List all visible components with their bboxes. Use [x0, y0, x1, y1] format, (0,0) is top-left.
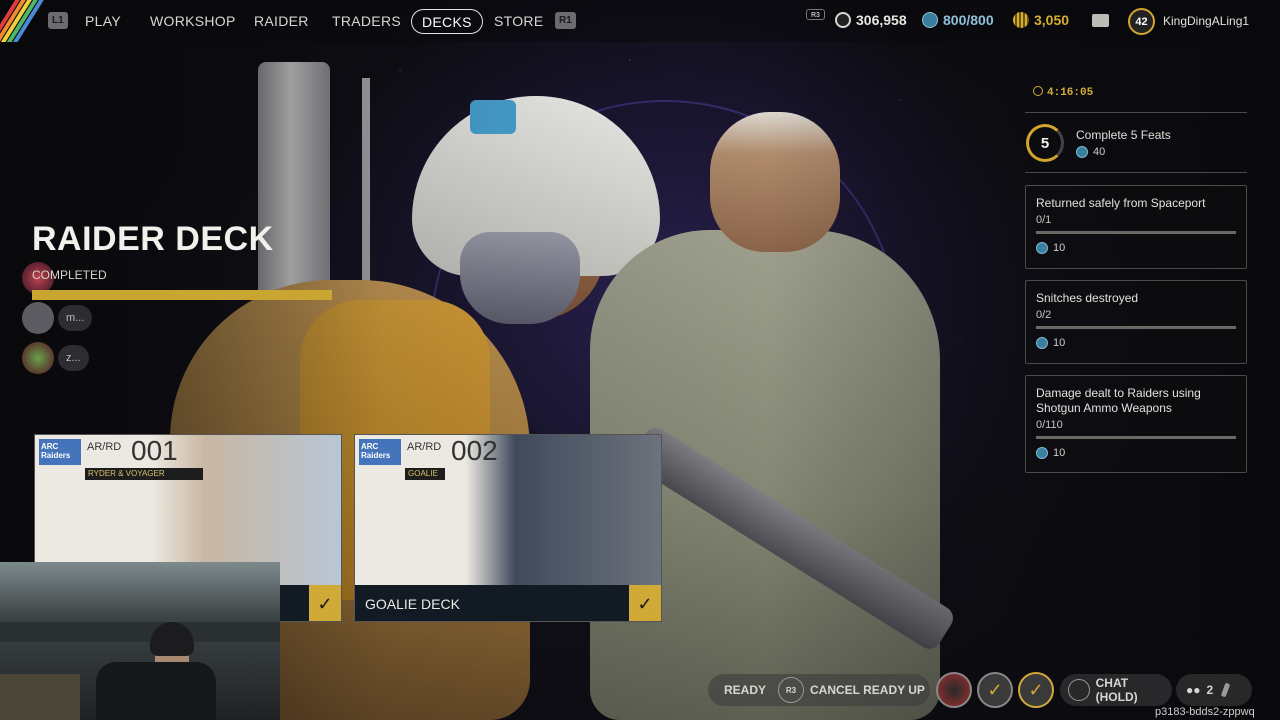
chat-label: CHAT (HOLD) — [1095, 676, 1138, 704]
challenge-title: Damage dealt to Raiders using Shotgun Am… — [1036, 386, 1201, 415]
ready-check-icon: ✓ — [1018, 672, 1054, 708]
party-icon: ●● — [1186, 683, 1201, 697]
card-logo: ARC Raiders — [359, 439, 401, 465]
clock-icon — [1033, 86, 1043, 96]
challenge-reward: 10 — [1036, 337, 1236, 349]
r1-button-hint[interactable]: R1 — [555, 12, 576, 29]
credit-icon — [1036, 447, 1048, 459]
credit-icon — [1076, 146, 1088, 158]
coin-icon — [835, 12, 851, 28]
challenge-card[interactable]: Returned safely from Spaceport 0/1 10 — [1025, 185, 1247, 269]
credits-value: 800/800 — [943, 12, 994, 28]
game-screen: L1 PLAY WORKSHOP RAIDER TRADERS DECKS ST… — [0, 0, 1280, 720]
nav-workshop[interactable]: WORKSHOP — [150, 0, 236, 42]
credits-display: 800/800 — [922, 12, 994, 28]
friend-name-3[interactable]: z... — [58, 345, 89, 371]
card-label: GOALIE DECK — [355, 585, 661, 621]
divider — [1025, 112, 1247, 113]
r3-button-hint: R3 — [806, 9, 825, 20]
feat-count-ring: 5 — [1026, 124, 1064, 162]
challenge-progress-bar — [1036, 326, 1236, 329]
card-logo: ARC Raiders — [39, 439, 81, 465]
challenge-reward: 10 — [1036, 242, 1236, 254]
deck-title: RAIDER DECK — [32, 220, 274, 258]
deck-status: COMPLETED — [32, 268, 107, 282]
username[interactable]: KingDingALing1 — [1163, 14, 1249, 28]
challenge-progress: 0/110 — [1036, 419, 1063, 431]
raider-tokens-display: 3,050 — [1013, 12, 1069, 28]
check-icon: ✓ — [629, 585, 661, 621]
challenge-reward-value: 10 — [1053, 242, 1066, 254]
timer-value: 4:16:05 — [1047, 87, 1094, 99]
challenge-reward-value: 10 — [1053, 447, 1066, 459]
card-number: 002 — [451, 435, 498, 466]
feat-title: Complete 5 Feats — [1076, 128, 1171, 142]
coins-value: 306,958 — [856, 12, 907, 28]
party-count: 2 — [1206, 683, 1214, 697]
feat-timer: 4:16:05 — [1033, 86, 1093, 99]
token-icon — [1013, 12, 1029, 28]
challenge-reward-value: 10 — [1053, 337, 1066, 349]
ready-label: READY — [724, 683, 767, 697]
challenge-progress: 0/1 — [1036, 214, 1052, 226]
challenge-card[interactable]: Damage dealt to Raiders using Shotgun Am… — [1025, 375, 1247, 473]
cancel-ready-button[interactable]: CANCEL READY UP — [810, 683, 925, 697]
feat-reward-value: 40 — [1093, 146, 1106, 158]
challenge-title: Snitches destroyed — [1036, 291, 1139, 305]
streamer-webcam-overlay — [0, 562, 280, 720]
card-code: AR/RD — [407, 441, 442, 453]
party-control[interactable]: ●● 2 — [1176, 674, 1252, 706]
mic-icon — [1068, 679, 1090, 701]
credit-icon — [1036, 337, 1048, 349]
coins-display: 306,958 — [835, 12, 907, 28]
nav-decks[interactable]: DECKS — [411, 9, 483, 34]
mail-icon[interactable] — [1092, 14, 1109, 27]
challenge-card[interactable]: Snitches destroyed 0/2 10 — [1025, 280, 1247, 364]
credit-icon — [1036, 242, 1048, 254]
friend-name-2[interactable]: m... — [58, 305, 93, 331]
session-code: p3183-bdds2-zppwq — [1155, 706, 1255, 718]
challenge-progress-bar — [1036, 436, 1236, 439]
mic-icon — [1220, 682, 1231, 698]
nav-raider[interactable]: RAIDER — [254, 0, 309, 42]
credit-icon — [922, 12, 938, 28]
nav-play[interactable]: PLAY — [85, 0, 121, 42]
discord-icon[interactable] — [22, 302, 54, 334]
raider-tokens-value: 3,050 — [1034, 12, 1070, 28]
ready-check-icon: ✓ — [977, 672, 1013, 708]
card-code: AR/RD — [87, 441, 122, 453]
challenge-progress: 0/2 — [1036, 309, 1052, 321]
r3-button-icon[interactable]: R3 — [778, 677, 805, 703]
check-icon: ✓ — [309, 585, 341, 621]
chat-control[interactable]: CHAT (HOLD) — [1060, 674, 1172, 706]
brand-rainbow-stripes — [0, 0, 44, 42]
card-subtitle: RYDER & VOYAGER — [85, 468, 203, 480]
challenge-progress-bar — [1036, 231, 1236, 234]
card-subtitle: GOALIE — [405, 468, 445, 480]
party-member-avatar[interactable] — [936, 672, 972, 708]
deck-card-002[interactable]: ARC Raiders AR/RD 002 GOALIE GOALIE DECK… — [354, 434, 662, 622]
challenge-reward: 10 — [1036, 447, 1236, 459]
nav-store[interactable]: STORE — [494, 0, 543, 42]
card-number: 001 — [131, 435, 178, 466]
top-navigation-bar: L1 PLAY WORKSHOP RAIDER TRADERS DECKS ST… — [0, 0, 1280, 42]
l1-button-hint[interactable]: L1 — [48, 12, 68, 29]
divider — [1025, 172, 1247, 173]
deck-progress-bar — [32, 290, 332, 300]
challenge-title: Returned safely from Spaceport — [1036, 196, 1206, 210]
feat-reward: 40 — [1076, 146, 1105, 158]
player-level-badge[interactable]: 42 — [1128, 8, 1155, 35]
nav-traders[interactable]: TRADERS — [332, 0, 401, 42]
card-art-goalie — [355, 435, 661, 585]
ready-controls: READY R3 CANCEL READY UP — [708, 674, 930, 706]
friend-avatar-3[interactable] — [22, 342, 54, 374]
